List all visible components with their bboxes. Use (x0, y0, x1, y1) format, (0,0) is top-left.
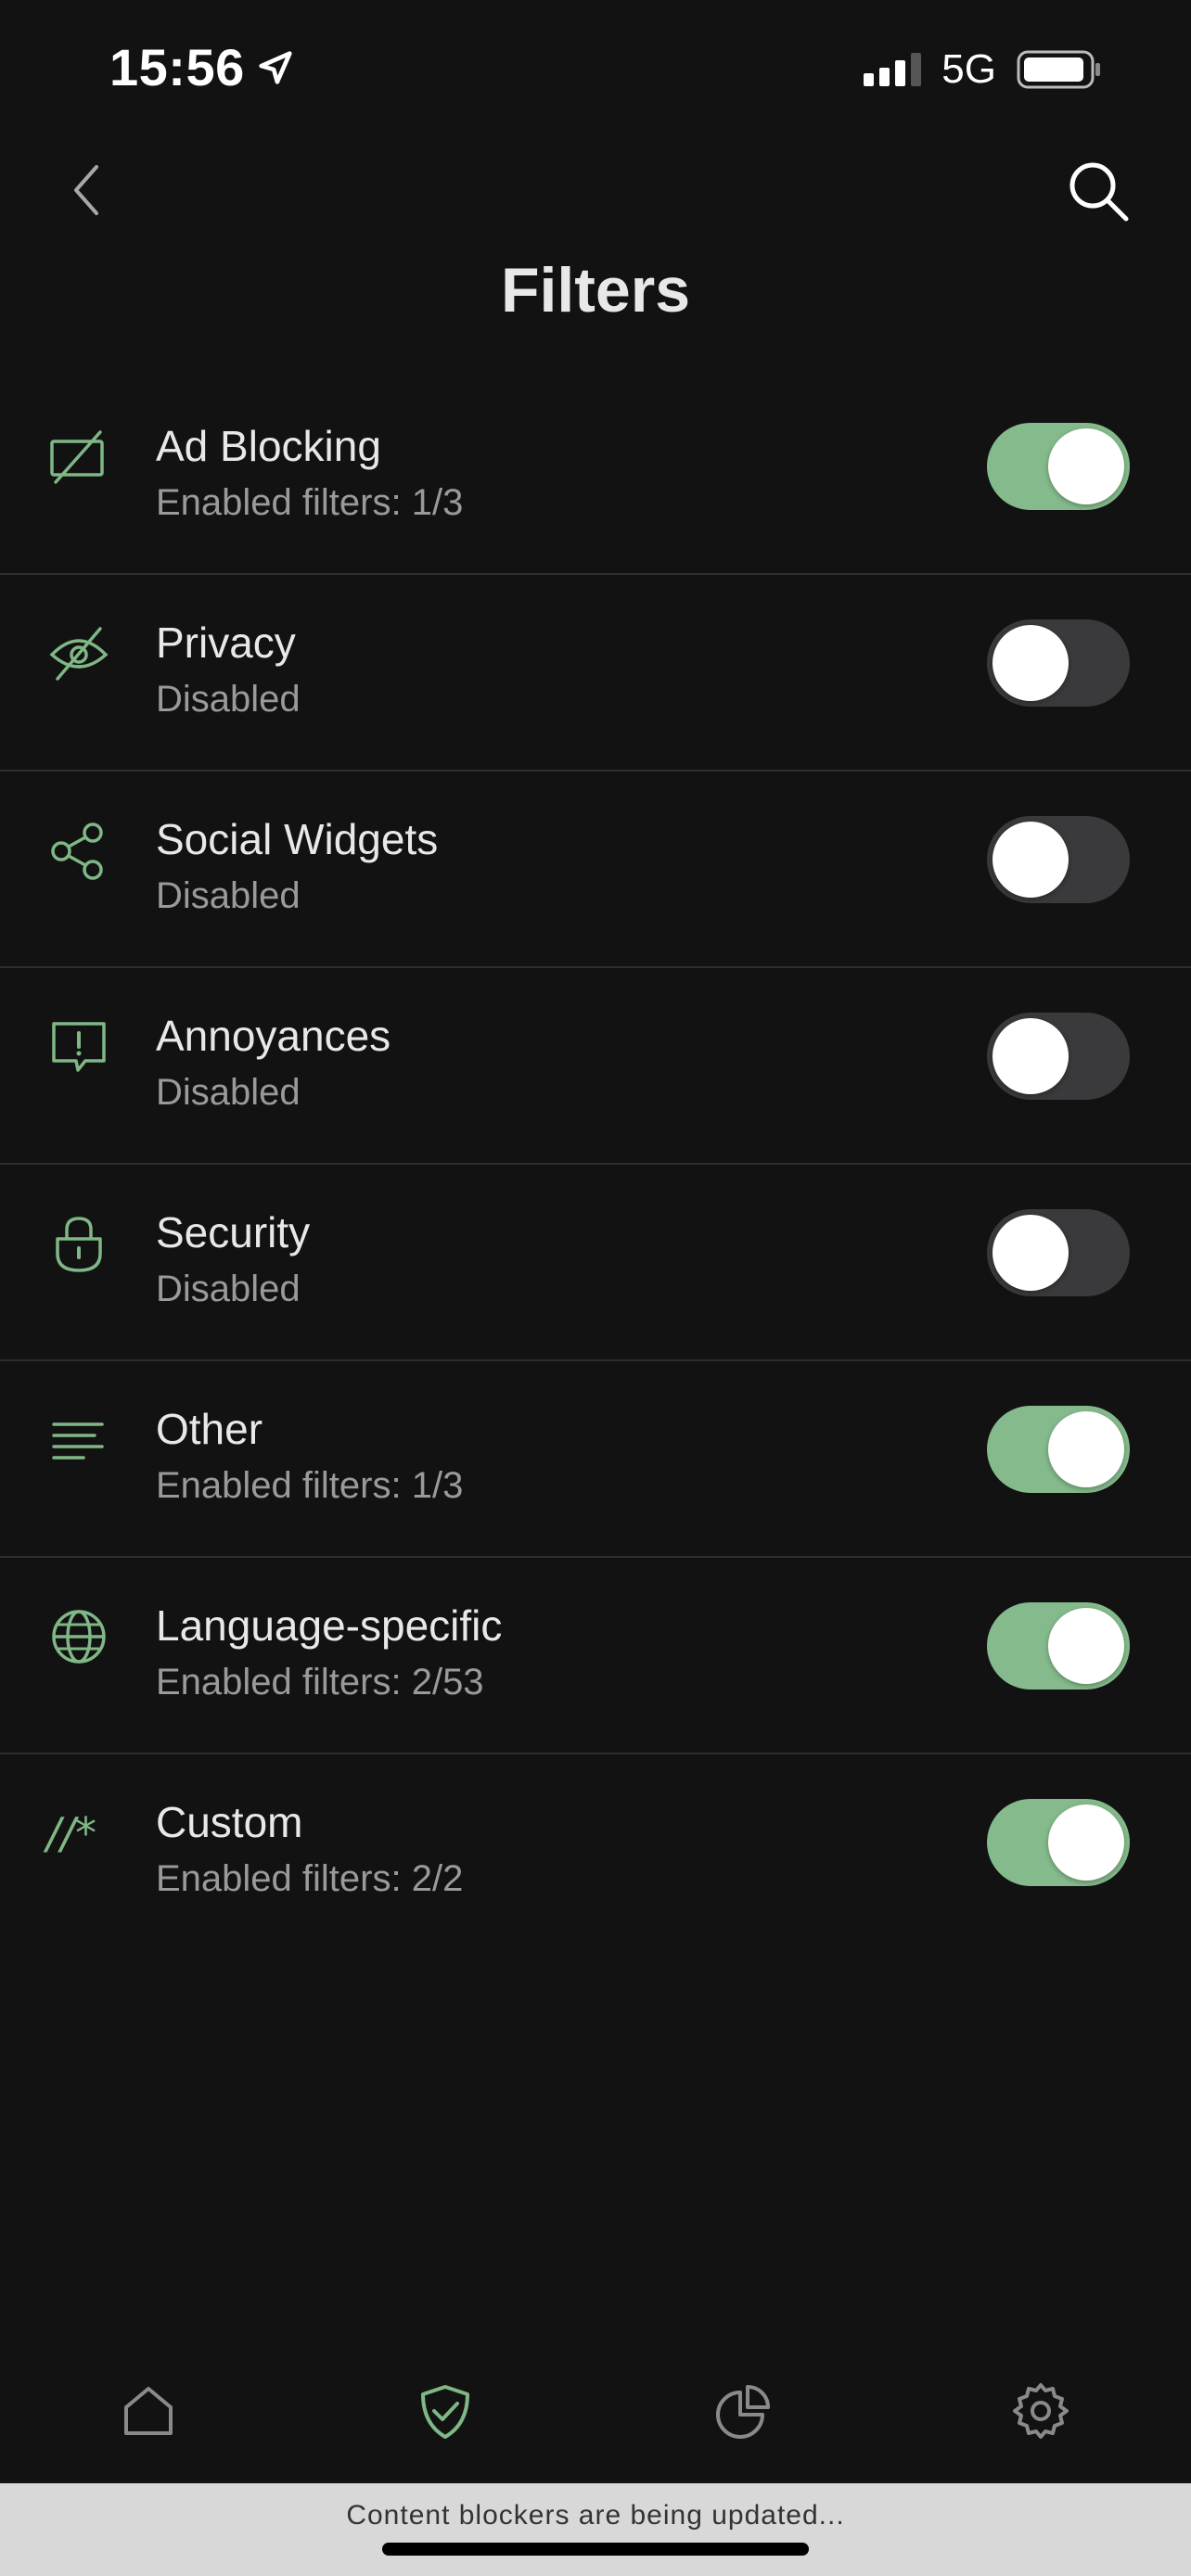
network-label: 5G (941, 46, 996, 92)
tab-settings[interactable] (1011, 2381, 1070, 2441)
filter-subtitle: Disabled (156, 1072, 301, 1113)
back-button[interactable] (61, 158, 113, 223)
lines-icon (46, 1408, 111, 1473)
pie-chart-icon (716, 2385, 770, 2439)
filter-subtitle: Enabled filters: 2/2 (156, 1858, 464, 1899)
toggle-knob (992, 1215, 1069, 1291)
ad-block-icon (46, 425, 111, 490)
filter-subtitle: Disabled (156, 875, 301, 916)
filter-title: Annoyances (156, 1012, 391, 1060)
other-toggle[interactable] (987, 1406, 1130, 1493)
filter-subtitle: Disabled (156, 1269, 301, 1309)
annoyances-toggle[interactable] (987, 1013, 1130, 1100)
filter-list: Ad Blocking Enabled filters: 1/3 Privacy… (0, 378, 1191, 1951)
alert-message-icon (46, 1014, 111, 1079)
signal-icon (864, 53, 922, 86)
filter-subtitle: Enabled filters: 2/53 (156, 1662, 484, 1702)
filter-subtitle: Enabled filters: 1/3 (156, 1465, 464, 1506)
lock-icon (46, 1211, 111, 1276)
filter-row-security[interactable]: Security Disabled (0, 1165, 1191, 1361)
filter-title: Security (156, 1208, 311, 1256)
status-bar: 15:56 5G (0, 0, 1191, 139)
filter-row-custom[interactable]: //* Custom Enabled filters: 2/2 (0, 1754, 1191, 1951)
filter-row-ad-blocking[interactable]: Ad Blocking Enabled filters: 1/3 (0, 378, 1191, 575)
ad-blocking-toggle[interactable] (987, 423, 1130, 510)
filter-title: Privacy (156, 618, 296, 667)
search-icon (1069, 162, 1129, 222)
share-icon (46, 818, 111, 883)
privacy-toggle[interactable] (987, 619, 1130, 707)
home-indicator (382, 2543, 809, 2556)
tab-bar (0, 2337, 1191, 2485)
custom-rule-icon: //* (46, 1801, 111, 1866)
tab-statistics[interactable] (714, 2381, 774, 2441)
filter-row-language-specific[interactable]: Language-specific Enabled filters: 2/53 (0, 1558, 1191, 1754)
battery-icon (1017, 50, 1100, 89)
toggle-knob (1048, 1608, 1124, 1684)
toggle-knob (1048, 1411, 1124, 1487)
language-specific-toggle[interactable] (987, 1602, 1130, 1690)
globe-icon (46, 1604, 111, 1669)
custom-toggle[interactable] (987, 1799, 1130, 1886)
status-right: 5G (864, 46, 1102, 93)
filter-title: Custom (156, 1798, 303, 1846)
filter-title: Social Widgets (156, 815, 439, 863)
update-banner-text: Content blockers are being updated... (346, 2500, 845, 2531)
filter-title: Language-specific (156, 1601, 503, 1650)
social-widgets-toggle[interactable] (987, 816, 1130, 903)
search-button[interactable] (1065, 158, 1132, 224)
toggle-knob (992, 822, 1069, 898)
filter-subtitle: Enabled filters: 1/3 (156, 482, 464, 523)
toggle-knob (1048, 428, 1124, 504)
filter-title: Ad Blocking (156, 422, 381, 470)
filter-row-annoyances[interactable]: Annoyances Disabled (0, 968, 1191, 1165)
filter-title: Other (156, 1405, 263, 1453)
gear-icon (1013, 2383, 1069, 2439)
toggle-knob (992, 625, 1069, 701)
page-title: Filters (500, 255, 691, 325)
security-toggle[interactable] (987, 1209, 1130, 1296)
filter-row-other[interactable]: Other Enabled filters: 1/3 (0, 1361, 1191, 1558)
filter-row-privacy[interactable]: Privacy Disabled (0, 575, 1191, 772)
filter-row-social-widgets[interactable]: Social Widgets Disabled (0, 772, 1191, 968)
custom-rule-icon-text: //* (46, 1808, 96, 1858)
eye-off-icon (46, 621, 111, 686)
location-arrow-icon (259, 50, 292, 84)
chevron-left-icon (74, 165, 98, 215)
filter-subtitle: Disabled (156, 679, 301, 720)
tab-protection[interactable] (416, 2381, 475, 2441)
status-time-text: 15:56 (109, 38, 245, 96)
tab-home[interactable] (119, 2381, 178, 2441)
status-time: 15:56 (109, 37, 297, 97)
shield-check-icon (421, 2385, 469, 2439)
update-banner: Content blockers are being updated... (0, 2483, 1191, 2576)
toggle-knob (1048, 1804, 1124, 1881)
home-icon (124, 2387, 173, 2435)
toggle-knob (992, 1018, 1069, 1094)
